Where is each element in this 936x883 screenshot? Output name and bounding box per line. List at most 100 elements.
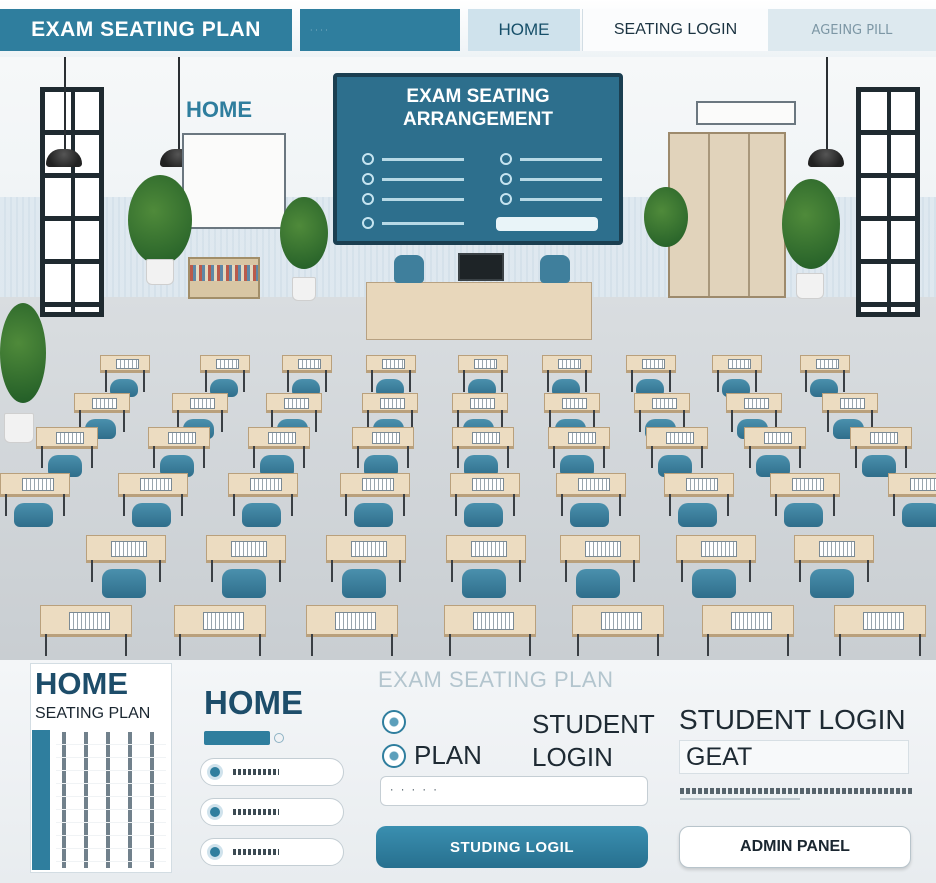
bookshelf [188,257,260,299]
student-desk [86,535,166,582]
admin-panel-button[interactable]: ADMIN PANEL [679,826,911,868]
student-desk [850,427,912,468]
student-desk [560,535,640,582]
board-row [500,173,602,185]
student-desk [726,393,782,432]
lamp-cord [826,57,828,149]
student-chair [692,569,736,598]
student-chair [14,503,53,527]
exam-paper-icon [470,398,495,409]
student-desk [228,473,298,516]
teacher-desk [366,282,592,340]
exam-paper-icon [728,359,751,369]
exam-paper-icon [203,612,244,630]
nav-seating-login-tab[interactable]: SEATING LOGIN [582,9,768,51]
exam-paper-icon [92,398,117,409]
target-icon[interactable] [382,710,406,734]
lamp-cord [178,57,180,149]
student-chair [342,569,386,598]
student-login-button[interactable]: STUDING LOGIL [376,826,648,868]
exam-paper-icon [471,541,507,557]
student-desk [744,427,806,468]
student-desk [452,393,508,432]
exam-paper-icon [116,359,139,369]
wall-sign [696,101,796,125]
exam-paper-icon [351,541,387,557]
student-desk [626,355,676,392]
exam-paper-icon [568,432,596,444]
student-chair [354,503,393,527]
exam-paper-icon [216,359,239,369]
exam-paper-icon [250,478,282,491]
exam-paper-icon [863,612,904,630]
exam-paper-icon [816,359,839,369]
board-row [500,153,602,165]
plant-leaves [128,175,192,265]
menu-option-3[interactable] [200,838,344,866]
exam-paper-icon [140,478,172,491]
exam-paper-icon [744,398,769,409]
panel-title: EXAM SEATING PLAN [378,667,614,692]
nav-placeholder-tab[interactable]: · · · · [300,9,460,51]
brand-title[interactable]: EXAM SEATING PLAN [0,9,292,51]
status-badge [204,731,270,745]
left-window [40,87,104,317]
plant-pot [796,273,824,299]
card-seat-grid [56,732,166,868]
student-desk [544,393,600,432]
student-desk [366,355,416,392]
radio-icon [362,193,374,205]
exam-paper-icon [686,478,718,491]
student-desk [248,427,310,468]
card-sidebar-strip [32,730,50,870]
exam-paper-icon [231,541,267,557]
radio-icon [362,153,374,165]
student-login-label: STUDENT LOGIN [532,709,655,772]
exam-paper-icon [910,478,936,491]
student-desk [444,605,536,656]
student-desk [450,473,520,516]
exam-paper-icon [666,432,694,444]
nav-extra-tab[interactable]: AGEING PILL [768,9,936,51]
lamp-cord [64,57,66,149]
wall-chart-poster [182,133,286,229]
board-row-line [520,157,602,161]
field-placeholder: · · · · · [389,786,438,796]
seat-search-field[interactable]: · · · · · [380,776,648,806]
helper-text [680,788,912,794]
student-desk [646,427,708,468]
board-row-line [520,177,602,181]
teacher-chair [540,255,570,283]
exam-paper-icon [601,612,642,630]
search-icon[interactable] [382,744,406,768]
board-row-line [520,197,602,201]
student-desk [770,473,840,516]
student-desk [40,605,132,656]
exam-paper-icon [298,359,321,369]
gate-input[interactable]: GEAT [679,740,909,774]
student-desk [634,393,690,432]
menu-option-2[interactable] [200,798,344,826]
exam-paper-icon [362,478,394,491]
exam-paper-icon [652,398,677,409]
menu-option-text [233,849,279,855]
exam-paper-icon [284,398,309,409]
student-desk [888,473,936,516]
exam-paper-icon [268,432,296,444]
exam-paper-icon [380,398,405,409]
exam-paper-icon [190,398,215,409]
nav-home-tab[interactable]: HOME [468,9,580,51]
student-desk [548,427,610,468]
monitor-icon [458,253,504,281]
student-desk [446,535,526,582]
board-input-bar [496,217,598,231]
student-desk [282,355,332,392]
student-chair [902,503,936,527]
board-row [362,173,464,185]
student-chair [222,569,266,598]
student-desk [452,427,514,468]
menu-option-1[interactable] [200,758,344,786]
student-desk [572,605,664,656]
student-desk [340,473,410,516]
student-desk [174,605,266,656]
